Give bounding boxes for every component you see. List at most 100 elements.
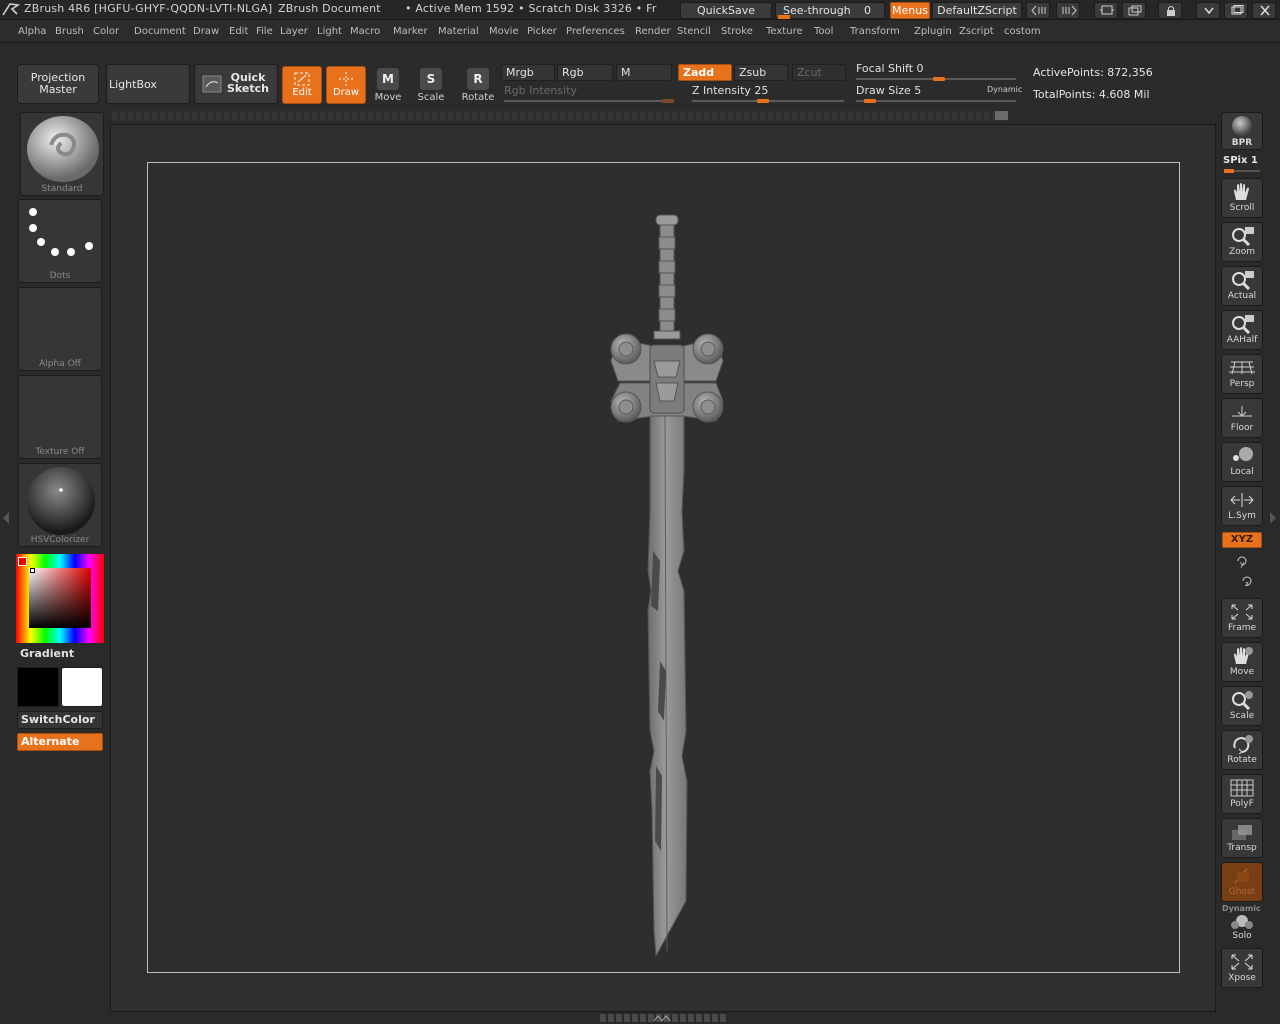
minimize-icon[interactable]: [1196, 2, 1220, 19]
m-button[interactable]: M: [616, 64, 672, 81]
quicksave-button[interactable]: QuickSave: [680, 2, 772, 19]
y-rotation-icon[interactable]: y: [1235, 554, 1249, 568]
local-button[interactable]: Local: [1221, 442, 1263, 482]
alternate-button[interactable]: Alternate: [17, 733, 103, 751]
persp-button[interactable]: Persp: [1221, 354, 1263, 394]
solo-button[interactable]: Solo: [1221, 914, 1263, 942]
menu-item-preferences[interactable]: Preferences: [566, 26, 625, 37]
alpha-thumbnail[interactable]: Alpha Off: [18, 287, 102, 371]
menu-item-file[interactable]: File: [256, 26, 273, 37]
bottom-tray-toggle-icon[interactable]: [652, 1014, 672, 1022]
sword-model[interactable]: [598, 211, 738, 963]
zsub-button[interactable]: Zsub: [734, 64, 788, 81]
material-thumbnail[interactable]: HSVColorizer: [18, 463, 102, 547]
ghost-button[interactable]: Ghost: [1221, 862, 1263, 902]
stroke-thumbnail[interactable]: Dots: [18, 199, 102, 283]
color-picker[interactable]: [16, 554, 104, 643]
move-mode-button[interactable]: M Move: [373, 68, 403, 103]
maximize-icon[interactable]: [1224, 2, 1248, 19]
draw-mode-button[interactable]: Draw: [326, 66, 366, 104]
menu-item-edit[interactable]: Edit: [229, 26, 248, 37]
zcut-button[interactable]: Zcut: [792, 64, 846, 81]
main-color-swatch[interactable]: [17, 667, 59, 707]
menu-item-document[interactable]: Document: [134, 26, 186, 37]
document-canvas[interactable]: [147, 162, 1180, 973]
menu-item-brush[interactable]: Brush: [55, 26, 84, 37]
switchcolor-button[interactable]: SwitchColor: [17, 711, 103, 729]
rgb-button[interactable]: Rgb: [557, 64, 613, 81]
secondary-color-swatch[interactable]: [61, 667, 103, 707]
menu-item-tool[interactable]: Tool: [814, 26, 833, 37]
color-saturation-square[interactable]: [29, 568, 91, 628]
menu-item-picker[interactable]: Picker: [527, 26, 557, 37]
layout-restore-icon[interactable]: [1094, 2, 1118, 19]
xpose-button[interactable]: Xpose: [1221, 948, 1263, 988]
menu-item-color[interactable]: Color: [93, 26, 119, 37]
mrgb-button[interactable]: Mrgb: [501, 64, 555, 81]
canvas-scroll-handle[interactable]: [995, 111, 1008, 120]
menu-item-alpha[interactable]: Alpha: [18, 26, 46, 37]
bpr-button[interactable]: BPR: [1221, 112, 1263, 150]
menu-item-zplugin[interactable]: Zplugin: [914, 26, 952, 37]
menu-item-macro[interactable]: Macro: [350, 26, 380, 37]
rotate-mode-button[interactable]: R Rotate: [460, 68, 496, 103]
see-through-slider[interactable]: See-through 0: [775, 2, 885, 19]
see-through-knob[interactable]: [778, 15, 790, 19]
layout-toggle-icon[interactable]: [1122, 2, 1146, 19]
left-tray-toggle-icon[interactable]: [3, 512, 9, 524]
menu-item-transform[interactable]: Transform: [850, 26, 900, 37]
projection-master-button[interactable]: Projection Master: [17, 64, 99, 104]
menu-item-zscript[interactable]: Zscript: [959, 26, 994, 37]
texture-thumbnail[interactable]: Texture Off: [18, 375, 102, 459]
menu-item-texture[interactable]: Texture: [766, 26, 803, 37]
zoom-button[interactable]: Zoom: [1221, 222, 1263, 262]
current-color-swatch[interactable]: [18, 557, 27, 566]
zadd-button[interactable]: Zadd: [678, 64, 732, 81]
edit-mode-button[interactable]: Edit: [282, 66, 322, 104]
menu-item-render[interactable]: Render: [635, 26, 671, 37]
lsym-button[interactable]: L.Sym: [1221, 486, 1263, 526]
scale-view-button[interactable]: Scale: [1221, 686, 1263, 726]
lightbox-button[interactable]: LightBox: [106, 64, 190, 104]
spix-knob[interactable]: [1224, 169, 1234, 173]
frame-button[interactable]: Frame: [1221, 598, 1263, 638]
menus-button[interactable]: Menus: [890, 2, 930, 19]
z-rotation-icon[interactable]: z: [1240, 574, 1254, 588]
aahalf-button[interactable]: AAHalf: [1221, 310, 1263, 350]
xyz-rotation-button[interactable]: XYZ: [1222, 532, 1262, 548]
dynamic-toggle[interactable]: Dynamic: [987, 85, 1022, 94]
menu-item-stroke[interactable]: Stroke: [721, 26, 753, 37]
canvas-horizontal-scrollbar[interactable]: [112, 111, 1008, 121]
quick-sketch-button[interactable]: Quick Sketch: [194, 64, 278, 104]
focal-shift-knob[interactable]: [933, 77, 945, 81]
menu-item-light[interactable]: Light: [317, 26, 342, 37]
rgb-intensity-slider[interactable]: [504, 100, 674, 102]
menu-item-layer[interactable]: Layer: [280, 26, 308, 37]
menu-item-material[interactable]: Material: [438, 26, 479, 37]
draw-size-slider[interactable]: [856, 100, 1016, 102]
draw-size-knob[interactable]: [864, 99, 876, 103]
rotate-view-button[interactable]: Rotate: [1221, 730, 1263, 770]
menu-item-draw[interactable]: Draw: [193, 26, 219, 37]
menu-item-marker[interactable]: Marker: [393, 26, 428, 37]
menu-item-stencil[interactable]: Stencil: [677, 26, 711, 37]
actual-button[interactable]: Actual: [1221, 266, 1263, 306]
menu-item-costom[interactable]: costom: [1004, 26, 1041, 37]
menu-item-movie[interactable]: Movie: [489, 26, 519, 37]
next-tab-icon[interactable]: [1056, 2, 1080, 19]
polyf-button[interactable]: PolyF: [1221, 774, 1263, 814]
move-view-button[interactable]: Move: [1221, 642, 1263, 682]
lock-icon[interactable]: [1158, 2, 1182, 19]
scroll-button[interactable]: Scroll: [1221, 178, 1263, 218]
prev-tab-icon[interactable]: [1026, 2, 1050, 19]
floor-button[interactable]: Floor: [1221, 398, 1263, 438]
brush-thumbnail[interactable]: Standard: [20, 112, 104, 196]
close-icon[interactable]: [1252, 2, 1276, 19]
default-zscript-button[interactable]: DefaultZScript: [932, 2, 1022, 19]
right-tray-toggle-icon[interactable]: [1270, 512, 1276, 524]
rgb-intensity-knob[interactable]: [662, 99, 674, 103]
scale-mode-button[interactable]: S Scale: [416, 68, 446, 103]
z-intensity-knob[interactable]: [757, 99, 769, 103]
color-picker-cursor[interactable]: [30, 568, 35, 573]
transp-button[interactable]: Transp: [1221, 818, 1263, 858]
